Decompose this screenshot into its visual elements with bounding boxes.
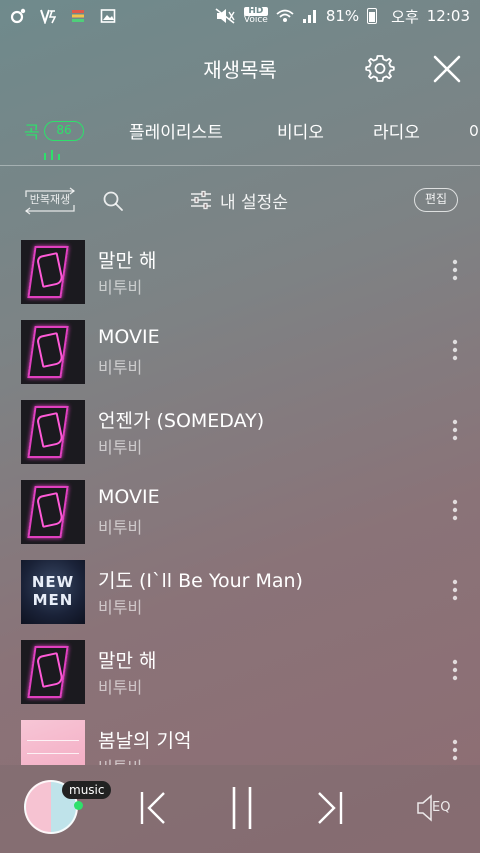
tab-playlists-label: 플레이리스트: [129, 123, 223, 143]
song-row[interactable]: MOVIE 비투비: [0, 310, 480, 390]
song-row[interactable]: 말만 해 비투비: [0, 230, 480, 310]
song-title: 말만 해: [98, 250, 157, 272]
tab-radio-label: 라디오: [373, 123, 420, 143]
app-notification-icon: [10, 8, 26, 24]
more-options-icon[interactable]: [446, 658, 464, 682]
song-row[interactable]: MOVIE 비투비: [0, 470, 480, 550]
sort-label: 내 설정순: [220, 192, 288, 213]
sort-settings-icon: [191, 190, 211, 210]
header: 재생목록: [0, 44, 480, 92]
more-options-icon[interactable]: [446, 338, 464, 362]
hd-voice-indicator: HD Voice: [243, 7, 268, 25]
edit-button[interactable]: 편집: [414, 188, 458, 212]
song-count-badge: 86: [44, 121, 84, 141]
album-thumbnail: [21, 640, 85, 704]
song-artist: 비투비: [98, 438, 143, 457]
more-options-icon[interactable]: [446, 578, 464, 602]
album-thumbnail: [21, 480, 85, 544]
song-row[interactable]: 말만 해 비투비: [0, 630, 480, 710]
page-title: 재생목록: [203, 58, 277, 82]
clock-ampm: 오후: [391, 7, 419, 26]
gear-icon[interactable]: [364, 52, 396, 84]
tab-videos[interactable]: 비디오: [277, 118, 324, 143]
more-options-icon[interactable]: [446, 738, 464, 762]
more-options-icon[interactable]: [446, 418, 464, 442]
song-title: 언젠가 (SOMEDAY): [98, 410, 265, 432]
song-row[interactable]: 언젠가 (SOMEDAY) 비투비: [0, 390, 480, 470]
song-artist: 비투비: [98, 754, 142, 765]
eq-label: EQ: [432, 800, 451, 815]
voice-label: Voice: [243, 15, 268, 25]
search-icon[interactable]: [102, 190, 124, 212]
song-title: MOVIE: [98, 326, 160, 348]
song-row[interactable]: 봄날의 기억 비투비: [0, 710, 480, 765]
album-art-text: NEW MEN: [21, 573, 85, 609]
song-row[interactable]: NEW MEN 기도 (I`ll Be Your Man) 비투비: [0, 550, 480, 630]
song-list: 말만 해 비투비 MOVIE 비투비 언젠가 (SOMEDAY) 비투비 MOV…: [0, 230, 480, 765]
song-artist: 비투비: [98, 598, 143, 617]
repeat-label: 반복재생: [29, 193, 71, 206]
music-badge: music: [62, 781, 112, 799]
album-thumbnail: [21, 320, 85, 384]
tab-more[interactable]: 아: [469, 118, 480, 143]
battery-icon: [367, 8, 378, 24]
signal-icon: [302, 10, 316, 23]
more-options-icon[interactable]: [446, 498, 464, 522]
song-artist: 비투비: [98, 678, 143, 697]
album-thumbnail: [21, 240, 85, 304]
mute-icon: [215, 8, 235, 24]
song-title: MOVIE: [98, 486, 160, 508]
album-art-text-line: MEN: [32, 591, 74, 609]
tab-videos-label: 비디오: [277, 123, 324, 143]
playing-indicator-dot: [74, 801, 83, 810]
album-art-text-line: NEW: [31, 573, 75, 591]
list-toolbar: 반복재생 내 설정순 편집: [0, 180, 480, 220]
album-thumbnail: [21, 400, 85, 464]
song-title: 말만 해: [98, 650, 157, 672]
melon-notification-icon: [72, 10, 84, 22]
song-title: 봄날의 기억: [98, 730, 192, 752]
vpn-notification-icon: [40, 9, 56, 24]
album-thumbnail: NEW MEN: [21, 560, 85, 624]
mini-player: music EQ: [0, 765, 480, 853]
clock-time: 12:03: [426, 7, 470, 25]
pause-icon[interactable]: [222, 785, 262, 831]
now-playing-bars-icon: [44, 150, 60, 160]
previous-track-icon[interactable]: [133, 785, 173, 831]
tab-bar: 곡 86 플레이리스트 비디오 라디오 아: [0, 110, 480, 166]
repeat-button[interactable]: 반복재생: [22, 186, 78, 216]
song-title: 기도 (I`ll Be Your Man): [98, 570, 303, 592]
battery-percent: 81%: [325, 7, 360, 25]
status-bar: HD Voice 81% 오후 12:03: [0, 0, 480, 32]
tab-radio[interactable]: 라디오: [373, 118, 420, 143]
equalizer-button[interactable]: EQ: [416, 793, 458, 823]
tab-more-label: 아: [469, 123, 480, 143]
tab-playlists[interactable]: 플레이리스트: [129, 118, 223, 143]
song-artist: 비투비: [98, 358, 143, 377]
wifi-icon: [276, 9, 294, 22]
album-thumbnail: [21, 720, 85, 765]
gallery-notification-icon: [100, 9, 116, 23]
song-artist: 비투비: [98, 518, 143, 537]
sort-button[interactable]: 내 설정순: [190, 188, 288, 213]
song-artist: 비투비: [98, 278, 143, 297]
close-icon[interactable]: [430, 52, 464, 86]
more-options-icon[interactable]: [446, 258, 464, 282]
tab-songs-label: 곡: [24, 123, 40, 143]
tab-songs[interactable]: 곡: [24, 118, 40, 143]
next-track-icon[interactable]: [310, 785, 350, 831]
